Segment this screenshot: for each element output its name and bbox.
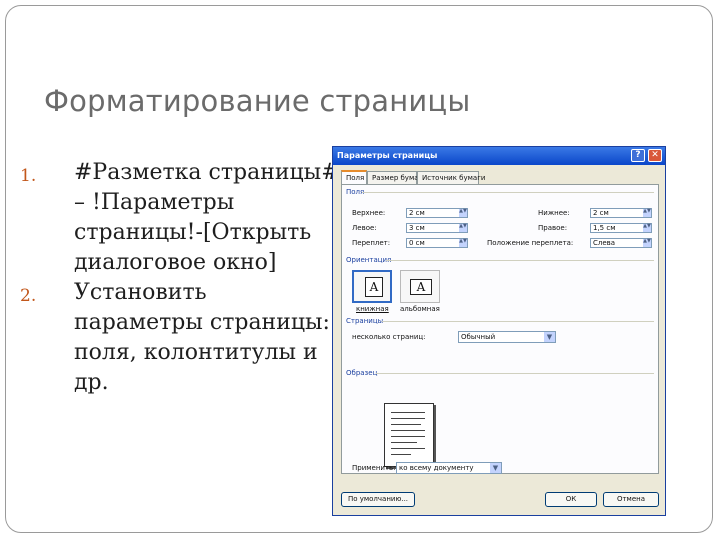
text-line (391, 436, 425, 437)
right-margin-label: Правое: (538, 224, 568, 232)
gutter-label: Переплет: (352, 239, 391, 247)
divider (382, 321, 654, 322)
gutter-position-select[interactable]: Слева ▲▼ (590, 238, 652, 248)
sample-page-preview (384, 403, 434, 467)
right-margin-input[interactable]: 1,5 см ▲▼ (590, 223, 652, 233)
page-setup-dialog: Параметры страницы ? ✕ Поля Размер бумаг… (332, 146, 666, 516)
divider (376, 373, 654, 374)
list-item: 2. Установить параметры страницы: поля, … (20, 278, 340, 398)
apply-to-select[interactable]: ко всему документу ▼ (396, 462, 502, 474)
margins-panel: Поля Верхнее: 2 см ▲▼ Нижнее: 2 см ▲▼ Лево… (341, 184, 659, 474)
text-line (391, 442, 417, 443)
group-pages-label: Страницы (346, 317, 384, 325)
chevron-down-icon[interactable]: ▼ (490, 463, 501, 473)
text-line (391, 448, 425, 449)
default-button[interactable]: По умолчанию... (341, 492, 415, 507)
gutter-input[interactable]: 0 см ▲▼ (406, 238, 468, 248)
landscape-label: альбомная (400, 305, 440, 313)
tab-margins[interactable]: Поля (341, 170, 367, 185)
list-item-text: #Разметка страницы# – !Параметры страниц… (74, 160, 340, 275)
text-line (391, 412, 425, 413)
cancel-button[interactable]: Отмена (603, 492, 659, 507)
list-number: 2. (20, 286, 37, 306)
spin-arrows-icon[interactable]: ▲▼ (643, 239, 651, 247)
spin-arrows-icon[interactable]: ▲▼ (459, 209, 467, 217)
multiple-pages-select[interactable]: Обычный ▼ (458, 331, 556, 343)
group-orientation-label: Ориентация (346, 256, 392, 264)
group-sample-label: Образец (346, 369, 378, 377)
text-line (391, 418, 425, 419)
chevron-down-icon[interactable]: ▼ (544, 332, 555, 342)
ok-button[interactable]: ОК (545, 492, 597, 507)
portrait-option[interactable]: A (352, 270, 392, 303)
tab-paper-source[interactable]: Источник бумаги (417, 171, 485, 185)
top-margin-input[interactable]: 2 см ▲▼ (406, 208, 468, 218)
left-margin-input[interactable]: 3 см ▲▼ (406, 223, 468, 233)
apply-to-label: Применить: (352, 464, 396, 472)
divider (386, 260, 654, 261)
bottom-margin-input[interactable]: 2 см ▲▼ (590, 208, 652, 218)
dialog-title: Параметры страницы (337, 151, 438, 160)
portrait-label: книжная (356, 305, 389, 313)
gutter-position-label: Положение переплета: (487, 239, 574, 247)
help-icon[interactable]: ? (631, 149, 645, 162)
landscape-option[interactable]: A (400, 270, 440, 303)
portrait-page-icon: A (365, 277, 383, 297)
top-margin-label: Верхнее: (352, 209, 386, 217)
dialog-titlebar: Параметры страницы ? ✕ (333, 147, 665, 165)
spin-arrows-icon[interactable]: ▲▼ (459, 239, 467, 247)
close-icon[interactable]: ✕ (648, 149, 662, 162)
instruction-list: 1. #Разметка страницы# – !Параметры стра… (20, 158, 340, 398)
spin-arrows-icon[interactable]: ▲▼ (459, 224, 467, 232)
landscape-page-icon: A (410, 279, 432, 295)
text-line (391, 424, 421, 425)
list-number: 1. (20, 166, 37, 186)
list-item-text: Установить параметры страницы: поля, кол… (74, 280, 330, 395)
list-item: 1. #Разметка страницы# – !Параметры стра… (20, 158, 340, 278)
multiple-pages-label: несколько страниц: (352, 333, 426, 341)
slide-title: Форматирование страницы (44, 84, 471, 118)
spin-arrows-icon[interactable]: ▲▼ (643, 224, 651, 232)
tab-paper-size[interactable]: Размер бумаги (367, 171, 427, 185)
left-margin-label: Левое: (352, 224, 377, 232)
text-line (391, 430, 425, 431)
divider (362, 192, 654, 193)
bottom-margin-label: Нижнее: (538, 209, 570, 217)
text-line (391, 454, 411, 455)
spin-arrows-icon[interactable]: ▲▼ (643, 209, 651, 217)
